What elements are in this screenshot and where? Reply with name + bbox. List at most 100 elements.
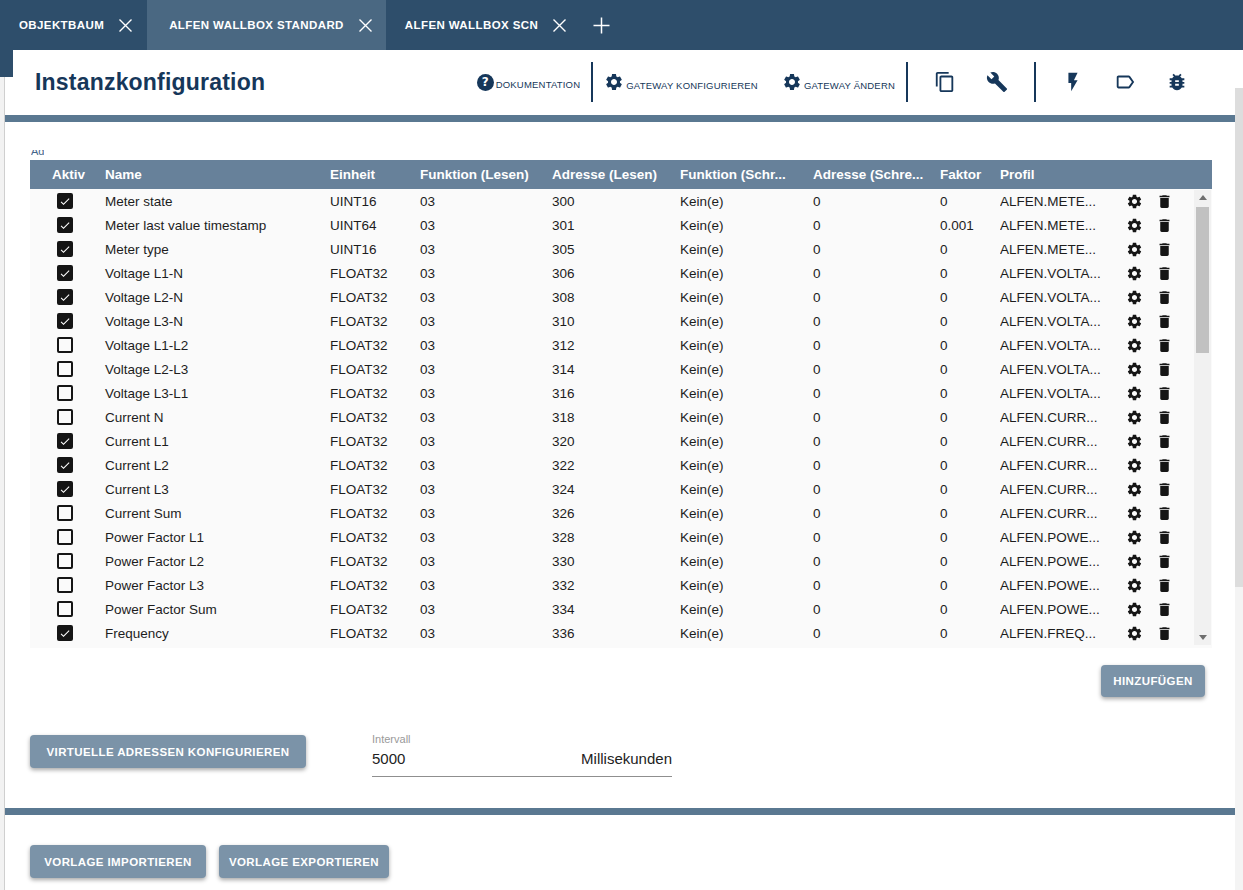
interval-input[interactable]: 5000 (372, 750, 405, 767)
row-delete-icon[interactable] (1156, 481, 1173, 498)
row-settings-icon[interactable] (1126, 409, 1143, 426)
row-active-checkbox[interactable] (57, 409, 73, 425)
row-active-checkbox[interactable] (57, 361, 73, 377)
table-row[interactable]: Frequency FLOAT32 03 336 Kein(e) 0 0 ALF… (30, 621, 1212, 645)
page-scrollbar[interactable] (1235, 88, 1243, 890)
table-row[interactable]: Voltage L2-N FLOAT32 03 308 Kein(e) 0 0 … (30, 285, 1212, 309)
table-row[interactable]: Current Sum FLOAT32 03 326 Kein(e) 0 0 A… (30, 501, 1212, 525)
row-delete-icon[interactable] (1156, 193, 1173, 210)
table-row[interactable]: Current L1 FLOAT32 03 320 Kein(e) 0 0 AL… (30, 429, 1212, 453)
bug-icon[interactable] (1151, 71, 1203, 93)
gateway-change-button[interactable]: GATEWAY ÄNDERN (782, 72, 895, 92)
table-scrollbar[interactable] (1194, 190, 1211, 645)
table-row[interactable]: Current L2 FLOAT32 03 322 Kein(e) 0 0 AL… (30, 453, 1212, 477)
row-delete-icon[interactable] (1156, 313, 1173, 330)
row-delete-icon[interactable] (1156, 337, 1173, 354)
row-delete-icon[interactable] (1156, 409, 1173, 426)
scroll-down-icon[interactable] (1194, 630, 1211, 645)
row-delete-icon[interactable] (1156, 217, 1173, 234)
tab-alfen-wallbox-scn[interactable]: ALFEN WALLBOX SCN (386, 0, 581, 50)
row-active-checkbox[interactable] (57, 529, 73, 545)
table-row[interactable]: Voltage L1-N FLOAT32 03 306 Kein(e) 0 0 … (30, 261, 1212, 285)
row-active-checkbox[interactable] (57, 385, 73, 401)
row-active-checkbox[interactable] (57, 433, 73, 449)
row-settings-icon[interactable] (1126, 553, 1143, 570)
export-template-button[interactable]: VORLAGE EXPORTIEREN (219, 845, 389, 878)
table-row[interactable]: Voltage L3-N FLOAT32 03 310 Kein(e) 0 0 … (30, 309, 1212, 333)
table-row[interactable]: Meter last value timestamp UINT64 03 301… (30, 213, 1212, 237)
close-tab-icon[interactable] (552, 18, 567, 33)
row-active-checkbox[interactable] (57, 289, 73, 305)
row-active-checkbox[interactable] (57, 625, 73, 641)
row-settings-icon[interactable] (1126, 265, 1143, 282)
row-active-checkbox[interactable] (57, 217, 73, 233)
copy-icon[interactable] (919, 71, 971, 93)
table-row[interactable]: Power Factor L1 FLOAT32 03 328 Kein(e) 0… (30, 525, 1212, 549)
row-active-checkbox[interactable] (57, 313, 73, 329)
row-settings-icon[interactable] (1126, 529, 1143, 546)
row-settings-icon[interactable] (1126, 313, 1143, 330)
row-delete-icon[interactable] (1156, 361, 1173, 378)
page-scrollbar-thumb[interactable] (1235, 88, 1243, 587)
gateway-configure-button[interactable]: GATEWAY KONFIGURIEREN (604, 72, 758, 92)
row-delete-icon[interactable] (1156, 577, 1173, 594)
table-scrollbar-thumb[interactable] (1196, 207, 1209, 353)
row-delete-icon[interactable] (1156, 385, 1173, 402)
table-row[interactable]: Current N FLOAT32 03 318 Kein(e) 0 0 ALF… (30, 405, 1212, 429)
row-active-checkbox[interactable] (57, 577, 73, 593)
row-settings-icon[interactable] (1126, 457, 1143, 474)
table-row[interactable]: Voltage L1-L2 FLOAT32 03 312 Kein(e) 0 0… (30, 333, 1212, 357)
close-tab-icon[interactable] (358, 18, 373, 33)
row-delete-icon[interactable] (1156, 457, 1173, 474)
row-delete-icon[interactable] (1156, 625, 1173, 642)
row-active-checkbox[interactable] (57, 337, 73, 353)
lightning-icon[interactable] (1047, 71, 1099, 93)
row-settings-icon[interactable] (1126, 505, 1143, 522)
table-row[interactable]: Power Factor L2 FLOAT32 03 330 Kein(e) 0… (30, 549, 1212, 573)
row-settings-icon[interactable] (1126, 289, 1143, 306)
row-delete-icon[interactable] (1156, 265, 1173, 282)
row-active-checkbox[interactable] (57, 481, 73, 497)
table-row[interactable] (30, 645, 1212, 648)
row-settings-icon[interactable] (1126, 577, 1143, 594)
table-row[interactable]: Power Factor L3 FLOAT32 03 332 Kein(e) 0… (30, 573, 1212, 597)
row-active-checkbox[interactable] (57, 505, 73, 521)
tab-alfen-wallbox-standard[interactable]: ALFEN WALLBOX STANDARD (147, 0, 386, 50)
row-delete-icon[interactable] (1156, 601, 1173, 618)
row-settings-icon[interactable] (1126, 481, 1143, 498)
row-settings-icon[interactable] (1126, 217, 1143, 234)
tag-icon[interactable] (1099, 71, 1151, 93)
virtual-addresses-button[interactable]: VIRTUELLE ADRESSEN KONFIGURIEREN (30, 735, 306, 768)
row-active-checkbox[interactable] (57, 241, 73, 257)
row-settings-icon[interactable] (1126, 337, 1143, 354)
row-active-checkbox[interactable] (57, 553, 73, 569)
row-settings-icon[interactable] (1126, 625, 1143, 642)
tab-objektbaum[interactable]: OBJEKTBAUM (0, 0, 147, 50)
table-row[interactable]: Voltage L3-L1 FLOAT32 03 316 Kein(e) 0 0… (30, 381, 1212, 405)
row-delete-icon[interactable] (1156, 529, 1173, 546)
row-settings-icon[interactable] (1126, 385, 1143, 402)
row-active-checkbox[interactable] (57, 457, 73, 473)
table-row[interactable]: Meter state UINT16 03 300 Kein(e) 0 0 AL… (30, 189, 1212, 213)
documentation-button[interactable]: ? DOKUMENTATION (477, 74, 581, 91)
row-delete-icon[interactable] (1156, 505, 1173, 522)
add-button[interactable]: HINZUFÜGEN (1101, 665, 1205, 697)
import-template-button[interactable]: VORLAGE IMPORTIEREN (30, 845, 206, 878)
row-settings-icon[interactable] (1126, 361, 1143, 378)
wrench-icon[interactable] (971, 71, 1023, 93)
row-delete-icon[interactable] (1156, 433, 1173, 450)
add-tab-icon[interactable] (593, 0, 610, 50)
row-delete-icon[interactable] (1156, 289, 1173, 306)
table-row[interactable]: Power Factor Sum FLOAT32 03 334 Kein(e) … (30, 597, 1212, 621)
table-row[interactable]: Current L3 FLOAT32 03 324 Kein(e) 0 0 AL… (30, 477, 1212, 501)
row-active-checkbox[interactable] (57, 193, 73, 209)
row-active-checkbox[interactable] (57, 265, 73, 281)
close-tab-icon[interactable] (118, 18, 133, 33)
row-settings-icon[interactable] (1126, 433, 1143, 450)
row-delete-icon[interactable] (1156, 553, 1173, 570)
table-row[interactable]: Voltage L2-L3 FLOAT32 03 314 Kein(e) 0 0… (30, 357, 1212, 381)
table-row[interactable]: Meter type UINT16 03 305 Kein(e) 0 0 ALF… (30, 237, 1212, 261)
row-delete-icon[interactable] (1156, 241, 1173, 258)
row-settings-icon[interactable] (1126, 241, 1143, 258)
row-settings-icon[interactable] (1126, 193, 1143, 210)
